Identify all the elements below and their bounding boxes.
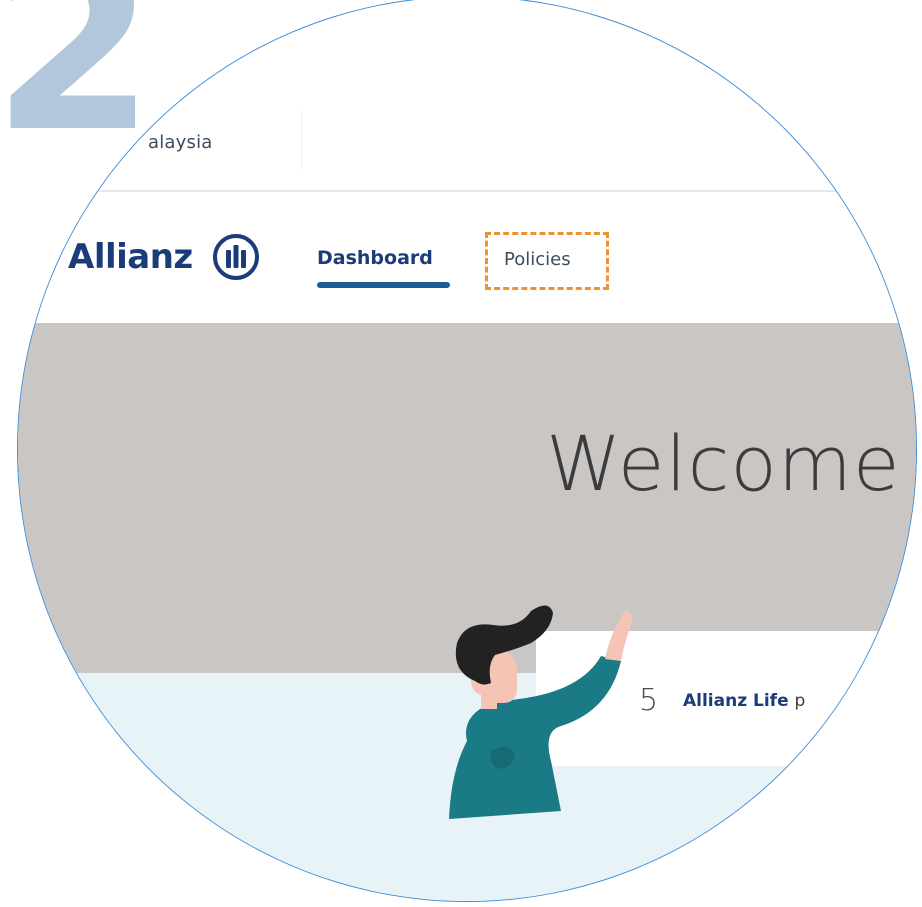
topbar-divider	[301, 111, 302, 171]
hero-title: Welcome	[546, 419, 901, 508]
summary-card-label: Allianz Life p	[683, 691, 805, 711]
tab-dashboard[interactable]: Dashboard	[317, 247, 433, 269]
country-selector[interactable]: alaysia	[148, 132, 213, 153]
brand-name[interactable]: Allianz	[68, 237, 193, 277]
zoom-lens: alaysia Allianz Dashboard Policies Welco…	[17, 0, 917, 902]
tab-policies[interactable]: Policies	[504, 249, 571, 270]
allianz-eagle-icon[interactable]	[211, 232, 261, 282]
summary-card-label-bold: Allianz Life	[683, 691, 789, 711]
summary-card-label-rest: p	[794, 691, 806, 711]
waving-person-icon	[449, 605, 633, 819]
tab-dashboard-active-indicator	[317, 282, 450, 288]
